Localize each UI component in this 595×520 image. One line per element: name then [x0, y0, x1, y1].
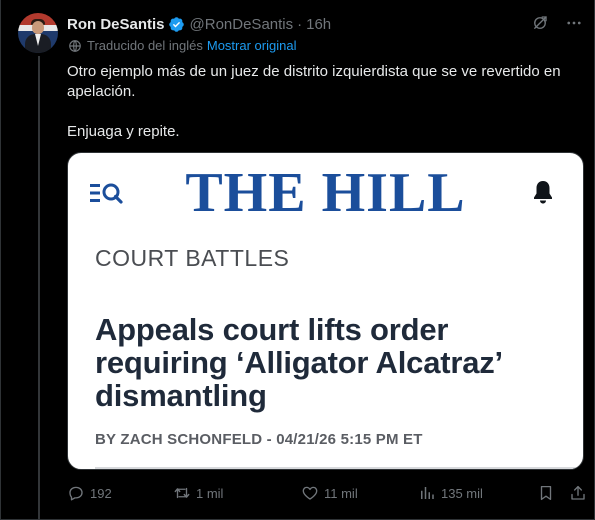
- bell-icon: [534, 181, 552, 204]
- like-count: 11 mil: [324, 485, 358, 501]
- separator-dot: ·: [297, 15, 303, 33]
- share-button[interactable]: [569, 484, 592, 502]
- thread-line: [38, 56, 40, 520]
- section-label: COURT BATTLES: [95, 245, 290, 271]
- link-card-image[interactable]: THE HILL COURT BATTLES Appeals court lif…: [67, 152, 584, 470]
- tweet-text: Otro ejemplo más de un juez de distrito …: [67, 62, 582, 142]
- article-headline: Appeals court lifts order requiring ‘All…: [95, 312, 502, 413]
- retweet-icon: [173, 484, 191, 502]
- tweet-text-paragraph-2: Enjuaga y repite.: [67, 123, 180, 140]
- the-hill-logo: THE HILL: [185, 162, 466, 224]
- tweet-header: Ron DeSantis @RonDeSantis · 16h: [67, 14, 331, 34]
- tweet-text-paragraph-1: Otro ejemplo más de un juez de distrito …: [67, 63, 561, 100]
- heart-icon: [301, 484, 319, 502]
- reply-count: 192: [90, 485, 112, 501]
- author-handle[interactable]: @RonDeSantis: [190, 16, 294, 33]
- more-icon[interactable]: [565, 14, 583, 32]
- tweet-top-actions: [531, 14, 583, 32]
- retweet-button[interactable]: 1 mil: [173, 484, 223, 502]
- like-button[interactable]: 11 mil: [301, 484, 358, 502]
- translated-label: Traducido del inglés: [87, 38, 203, 53]
- retweet-count: 1 mil: [196, 485, 224, 501]
- share-icon: [569, 484, 587, 502]
- views-button[interactable]: 135 mil: [418, 484, 483, 502]
- verified-badge-icon[interactable]: [168, 16, 185, 33]
- avatar-head: [32, 21, 44, 34]
- globe-icon: [68, 39, 82, 53]
- reply-button[interactable]: 192: [67, 484, 112, 502]
- article-byline: BY ZACH SCHONFELD - 04/21/26 5:15 PM ET: [95, 431, 423, 448]
- grok-icon[interactable]: [531, 14, 549, 32]
- show-original-link[interactable]: Mostrar original: [207, 38, 297, 53]
- views-icon: [418, 484, 436, 502]
- translation-notice: Traducido del inglés Mostrar original: [68, 38, 296, 53]
- avatar[interactable]: [18, 13, 58, 53]
- bookmark-button[interactable]: [537, 484, 560, 502]
- author-name[interactable]: Ron DeSantis: [67, 16, 165, 33]
- card-divider: [95, 467, 583, 469]
- bookmark-icon: [537, 484, 555, 502]
- reply-icon: [67, 484, 85, 502]
- tweet-time[interactable]: 16h: [306, 16, 331, 33]
- tweet-actions: 192 1 mil 11 mil 135 mil: [67, 484, 585, 504]
- views-count: 135 mil: [441, 485, 483, 501]
